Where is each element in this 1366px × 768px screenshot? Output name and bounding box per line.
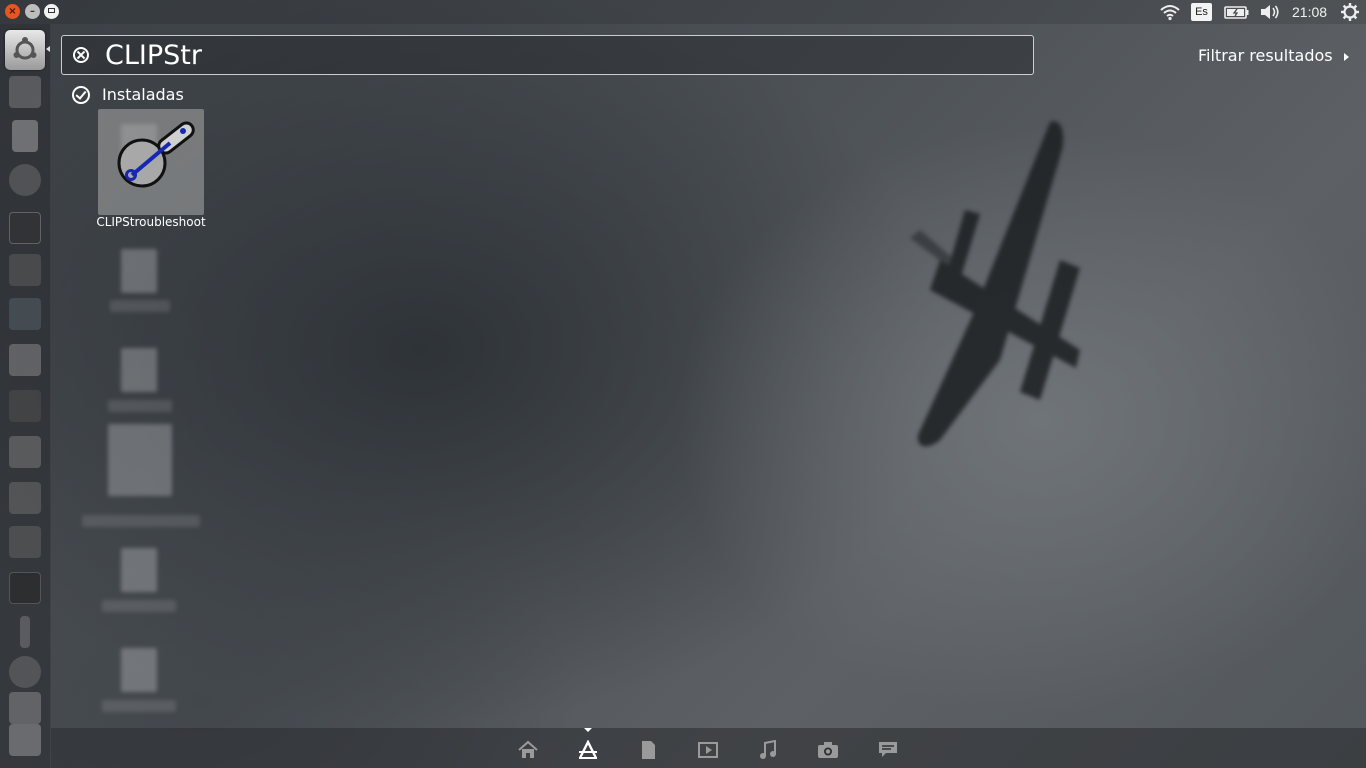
launcher-active-arrow — [46, 46, 50, 52]
social-lens-icon[interactable] — [877, 740, 899, 760]
battery-icon[interactable] — [1224, 0, 1250, 24]
home-lens-icon[interactable] — [517, 740, 539, 760]
launcher-gpsim[interactable] — [5, 522, 45, 562]
filter-results-toggle[interactable]: Filtrar resultados — [1198, 44, 1333, 68]
gear-icon[interactable] — [1340, 0, 1360, 24]
photo-lens-icon[interactable] — [817, 740, 839, 760]
desktop-file-label-ghost — [110, 300, 170, 312]
filter-arrow-icon[interactable] — [1344, 53, 1349, 61]
music-lens-icon[interactable] — [757, 740, 779, 760]
window-maximize-button[interactable] — [44, 4, 59, 19]
top-panel: × – Es 21:08 — [0, 0, 1366, 24]
launcher-app[interactable] — [5, 250, 45, 290]
volume-icon[interactable] — [1259, 0, 1281, 24]
dash-home-button[interactable] — [5, 30, 45, 70]
ubuntu-logo-icon — [13, 37, 37, 60]
category-header[interactable]: Instaladas — [102, 84, 184, 106]
launcher-app[interactable] — [5, 652, 45, 692]
desktop-file-ghost — [121, 648, 157, 692]
search-input[interactable]: CLIPStr — [105, 38, 202, 74]
launcher-browser[interactable] — [5, 160, 45, 200]
window-close-button[interactable]: × — [5, 4, 20, 19]
clear-search-icon[interactable] — [73, 47, 89, 63]
result-item[interactable] — [98, 109, 204, 215]
wifi-icon[interactable] — [1159, 0, 1181, 24]
airplane-wallpaper — [910, 121, 1080, 447]
desktop-file-ghost — [108, 424, 172, 496]
desktop-file-ghost — [121, 348, 157, 392]
clock[interactable]: 21:08 — [1292, 0, 1327, 24]
apps-lens-icon[interactable] — [577, 740, 599, 760]
desktop-file-label-ghost — [102, 600, 176, 612]
files-lens-icon[interactable] — [637, 740, 659, 760]
keyboard-layout-indicator[interactable]: Es — [1191, 3, 1212, 21]
dash-search-box[interactable]: CLIPStr — [61, 35, 1034, 75]
launcher-app[interactable] — [5, 478, 45, 518]
result-item-label[interactable]: CLIPStroubleshoot — [80, 214, 222, 230]
launcher-text-editor[interactable] — [5, 116, 45, 156]
desktop-file-ghost — [121, 249, 157, 293]
desktop-file-label-ghost — [108, 400, 172, 412]
video-lens-icon[interactable] — [697, 740, 719, 760]
launcher-app[interactable] — [5, 568, 45, 608]
window-minimize-button[interactable]: – — [25, 4, 40, 19]
desktop-file-label-ghost — [82, 515, 200, 527]
launcher-trash[interactable] — [5, 720, 45, 760]
desktop-file-ghost — [121, 548, 157, 592]
launcher-app[interactable] — [5, 386, 45, 426]
desktop-file-label-ghost — [102, 700, 176, 712]
launcher-app[interactable] — [5, 612, 45, 652]
category-check-icon — [72, 86, 90, 104]
launcher-terminal[interactable] — [5, 208, 45, 248]
launcher-files[interactable] — [5, 72, 45, 112]
active-lens-indicator — [584, 728, 592, 732]
wrench-magnifier-icon — [117, 121, 195, 188]
launcher-app[interactable] — [5, 432, 45, 472]
launcher-app[interactable] — [5, 294, 45, 334]
launcher-app[interactable] — [5, 340, 45, 380]
